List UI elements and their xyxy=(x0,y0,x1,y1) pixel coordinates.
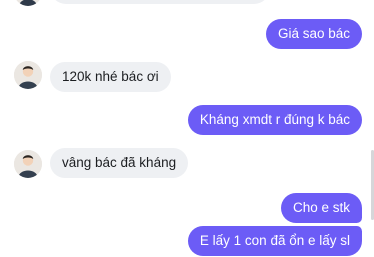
person-avatar-icon xyxy=(14,61,42,89)
avatar[interactable] xyxy=(14,61,42,89)
person-avatar-icon xyxy=(14,0,42,6)
message-bubble-incoming[interactable]: 120k nhé bác ơi xyxy=(50,62,171,92)
message-bubble-outgoing[interactable]: Giá sao bác xyxy=(265,19,362,49)
message-bubble-outgoing[interactable]: Kháng xmdt r đúng k bác xyxy=(187,105,362,135)
message-bubble-outgoing[interactable]: E lấy 1 con đã ổn e lấy sl xyxy=(187,226,362,256)
person-avatar-icon xyxy=(14,150,42,178)
message-bubble-incoming[interactable]: vâng bác đã kháng xyxy=(50,148,189,178)
avatar[interactable] xyxy=(14,150,42,178)
message-bubble-outgoing[interactable]: Cho e stk xyxy=(280,193,362,223)
message-bubble-incoming[interactable] xyxy=(50,0,270,4)
avatar[interactable] xyxy=(14,0,42,6)
chat-thread: Giá sao bác 120k nhé bác ơi Kháng xmdt r… xyxy=(0,0,374,257)
